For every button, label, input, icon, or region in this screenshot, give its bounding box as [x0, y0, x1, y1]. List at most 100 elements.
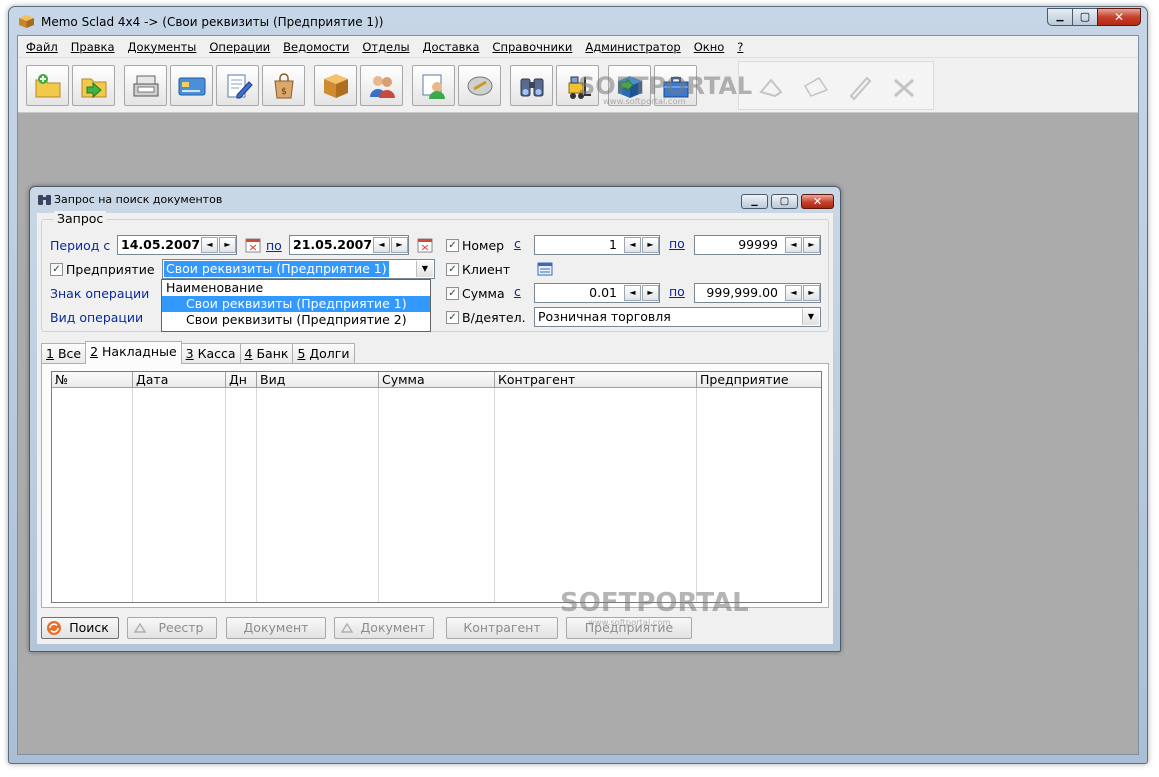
- menu-edit[interactable]: Правка: [71, 40, 115, 54]
- grid-divider: [256, 388, 257, 602]
- menu-file[interactable]: Файл: [26, 40, 58, 54]
- toolbar-folder-import-button[interactable]: [72, 65, 115, 106]
- disabled-1-icon: [759, 78, 783, 98]
- menu-departments[interactable]: Отделы: [362, 40, 409, 54]
- sum-from-spin-left[interactable]: ◄: [624, 285, 641, 301]
- date-to-field[interactable]: 21.05.2007 ◄ ►: [289, 235, 409, 255]
- arrow-right-icon: ►: [647, 240, 654, 249]
- tab-debts-num: 5: [297, 346, 306, 361]
- date-from-field[interactable]: 14.05.2007 ◄ ►: [117, 235, 237, 255]
- arrow-left-icon: ◄: [629, 288, 636, 297]
- tab-invoices[interactable]: 2 Накладные: [85, 341, 182, 364]
- tab-all-num: 1: [46, 346, 54, 361]
- toolbar-client-card-button[interactable]: [412, 65, 455, 106]
- toolbar-binoculars-button[interactable]: [510, 65, 553, 106]
- minimize-button[interactable]: ▁: [1047, 8, 1073, 26]
- grid-header: № Дата Дн Вид Сумма Контрагент Предприят…: [52, 372, 821, 388]
- number-from-link[interactable]: с: [514, 236, 521, 251]
- enterprise-combo[interactable]: Свои реквизиты (Предприятие 1) ▼: [162, 259, 435, 279]
- menu-admin[interactable]: Администратор: [585, 40, 680, 54]
- date-to-link[interactable]: по: [266, 238, 282, 253]
- sum-from-link[interactable]: с: [514, 284, 521, 299]
- number-to-field[interactable]: 99999 ◄ ►: [694, 235, 821, 255]
- close-button[interactable]: ✕: [1097, 8, 1141, 26]
- document-open-button[interactable]: Документ: [334, 617, 434, 639]
- date-from-spin-right[interactable]: ►: [219, 237, 236, 253]
- search-button[interactable]: Поиск: [41, 617, 119, 639]
- activity-combo-arrow[interactable]: ▼: [802, 309, 819, 325]
- document-button[interactable]: Документ: [226, 617, 326, 639]
- checkmark-icon: ✓: [448, 264, 457, 275]
- sum-from-field[interactable]: 0.01 ◄ ►: [534, 283, 660, 303]
- toolbar-box-button[interactable]: [314, 65, 357, 106]
- sum-to-spin-left[interactable]: ◄: [785, 285, 802, 301]
- menu-statements[interactable]: Ведомости: [283, 40, 349, 54]
- grid-divider: [378, 388, 379, 602]
- activity-checkbox[interactable]: ✓: [446, 311, 459, 324]
- sum-to-spin-right[interactable]: ►: [803, 285, 820, 301]
- date-from-spin-left[interactable]: ◄: [201, 237, 218, 253]
- number-from-spin-right[interactable]: ►: [642, 237, 659, 253]
- date-to-spin-right[interactable]: ►: [391, 237, 408, 253]
- toolbar-search-link-button[interactable]: [458, 65, 501, 106]
- client-select-icon[interactable]: [537, 261, 553, 277]
- number-to-spin-left[interactable]: ◄: [785, 237, 802, 253]
- number-from-field[interactable]: 1 ◄ ►: [534, 235, 660, 255]
- folder-import-icon: [81, 78, 106, 98]
- col-counterparty[interactable]: Контрагент: [495, 372, 697, 388]
- dialog-minimize-button[interactable]: ▁: [741, 194, 768, 209]
- enterprise-label: Предприятие: [66, 262, 155, 277]
- tab-bank[interactable]: 4 Банк: [239, 343, 294, 363]
- menu-documents[interactable]: Документы: [128, 40, 197, 54]
- sum-from-spin-right[interactable]: ►: [642, 285, 659, 301]
- tab-invoices-num: 2: [90, 344, 99, 359]
- search-button-label: Поиск: [69, 620, 109, 635]
- toolbar-folder-add-button[interactable]: [26, 65, 69, 106]
- calendar-from-icon[interactable]: [245, 237, 261, 253]
- calendar-to-icon[interactable]: [417, 237, 433, 253]
- dialog-close-button[interactable]: ✕: [801, 194, 834, 209]
- col-kind[interactable]: Вид: [257, 372, 379, 388]
- tab-cash[interactable]: 3 Касса: [180, 343, 241, 363]
- counterparty-button[interactable]: Контрагент: [446, 617, 558, 639]
- col-days[interactable]: Дн: [226, 372, 257, 388]
- enterprise-combo-arrow[interactable]: ▼: [416, 261, 433, 277]
- dropdown-item[interactable]: Свои реквизиты (Предприятие 1): [162, 296, 430, 312]
- number-checkbox[interactable]: ✓: [446, 239, 459, 252]
- tab-debts[interactable]: 5 Долги: [292, 343, 355, 363]
- registry-button[interactable]: Реестр: [127, 617, 217, 639]
- arrow-left-icon: ◄: [378, 240, 385, 249]
- number-from-spin-left[interactable]: ◄: [624, 237, 641, 253]
- dropdown-item[interactable]: Свои реквизиты (Предприятие 2): [162, 312, 430, 328]
- tab-all[interactable]: 1 Все: [41, 343, 87, 363]
- sum-checkbox[interactable]: ✓: [446, 287, 459, 300]
- enterprise-checkbox[interactable]: ✓: [50, 263, 63, 276]
- toolbar-cash-register-button[interactable]: [124, 65, 167, 106]
- menu-operations[interactable]: Операции: [209, 40, 270, 54]
- toolbar-users-button[interactable]: [360, 65, 403, 106]
- maximize-button[interactable]: ▢: [1072, 8, 1098, 26]
- toolbar-document-edit-button[interactable]: [216, 65, 259, 106]
- dialog-maximize-button[interactable]: ▢: [771, 194, 798, 209]
- number-to-link[interactable]: по: [669, 236, 685, 251]
- sum-to-link[interactable]: по: [669, 284, 685, 299]
- tab-bank-num: 4: [244, 346, 253, 361]
- menu-window[interactable]: Окно: [694, 40, 725, 54]
- toolbar-shopping-bag-button[interactable]: $: [262, 65, 305, 106]
- date-to-spin-left[interactable]: ◄: [373, 237, 390, 253]
- col-date[interactable]: Дата: [133, 372, 226, 388]
- toolbar-card-button[interactable]: [170, 65, 213, 106]
- activity-combo[interactable]: Розничная торговля ▼: [534, 307, 821, 327]
- documents-grid[interactable]: № Дата Дн Вид Сумма Контрагент Предприят…: [51, 371, 822, 603]
- dropdown-header: Наименование: [166, 280, 264, 295]
- col-enterprise[interactable]: Предприятие: [697, 372, 822, 388]
- menu-directories[interactable]: Справочники: [492, 40, 572, 54]
- number-to-spin-right[interactable]: ►: [803, 237, 820, 253]
- col-sum[interactable]: Сумма: [379, 372, 495, 388]
- sum-to-field[interactable]: 999,999.00 ◄ ►: [694, 283, 821, 303]
- col-number[interactable]: №: [52, 372, 133, 388]
- watermark-top-sub: www.softportal.com: [603, 96, 686, 106]
- menu-delivery[interactable]: Доставка: [423, 40, 480, 54]
- menu-help[interactable]: ?: [737, 40, 743, 54]
- client-checkbox[interactable]: ✓: [446, 263, 459, 276]
